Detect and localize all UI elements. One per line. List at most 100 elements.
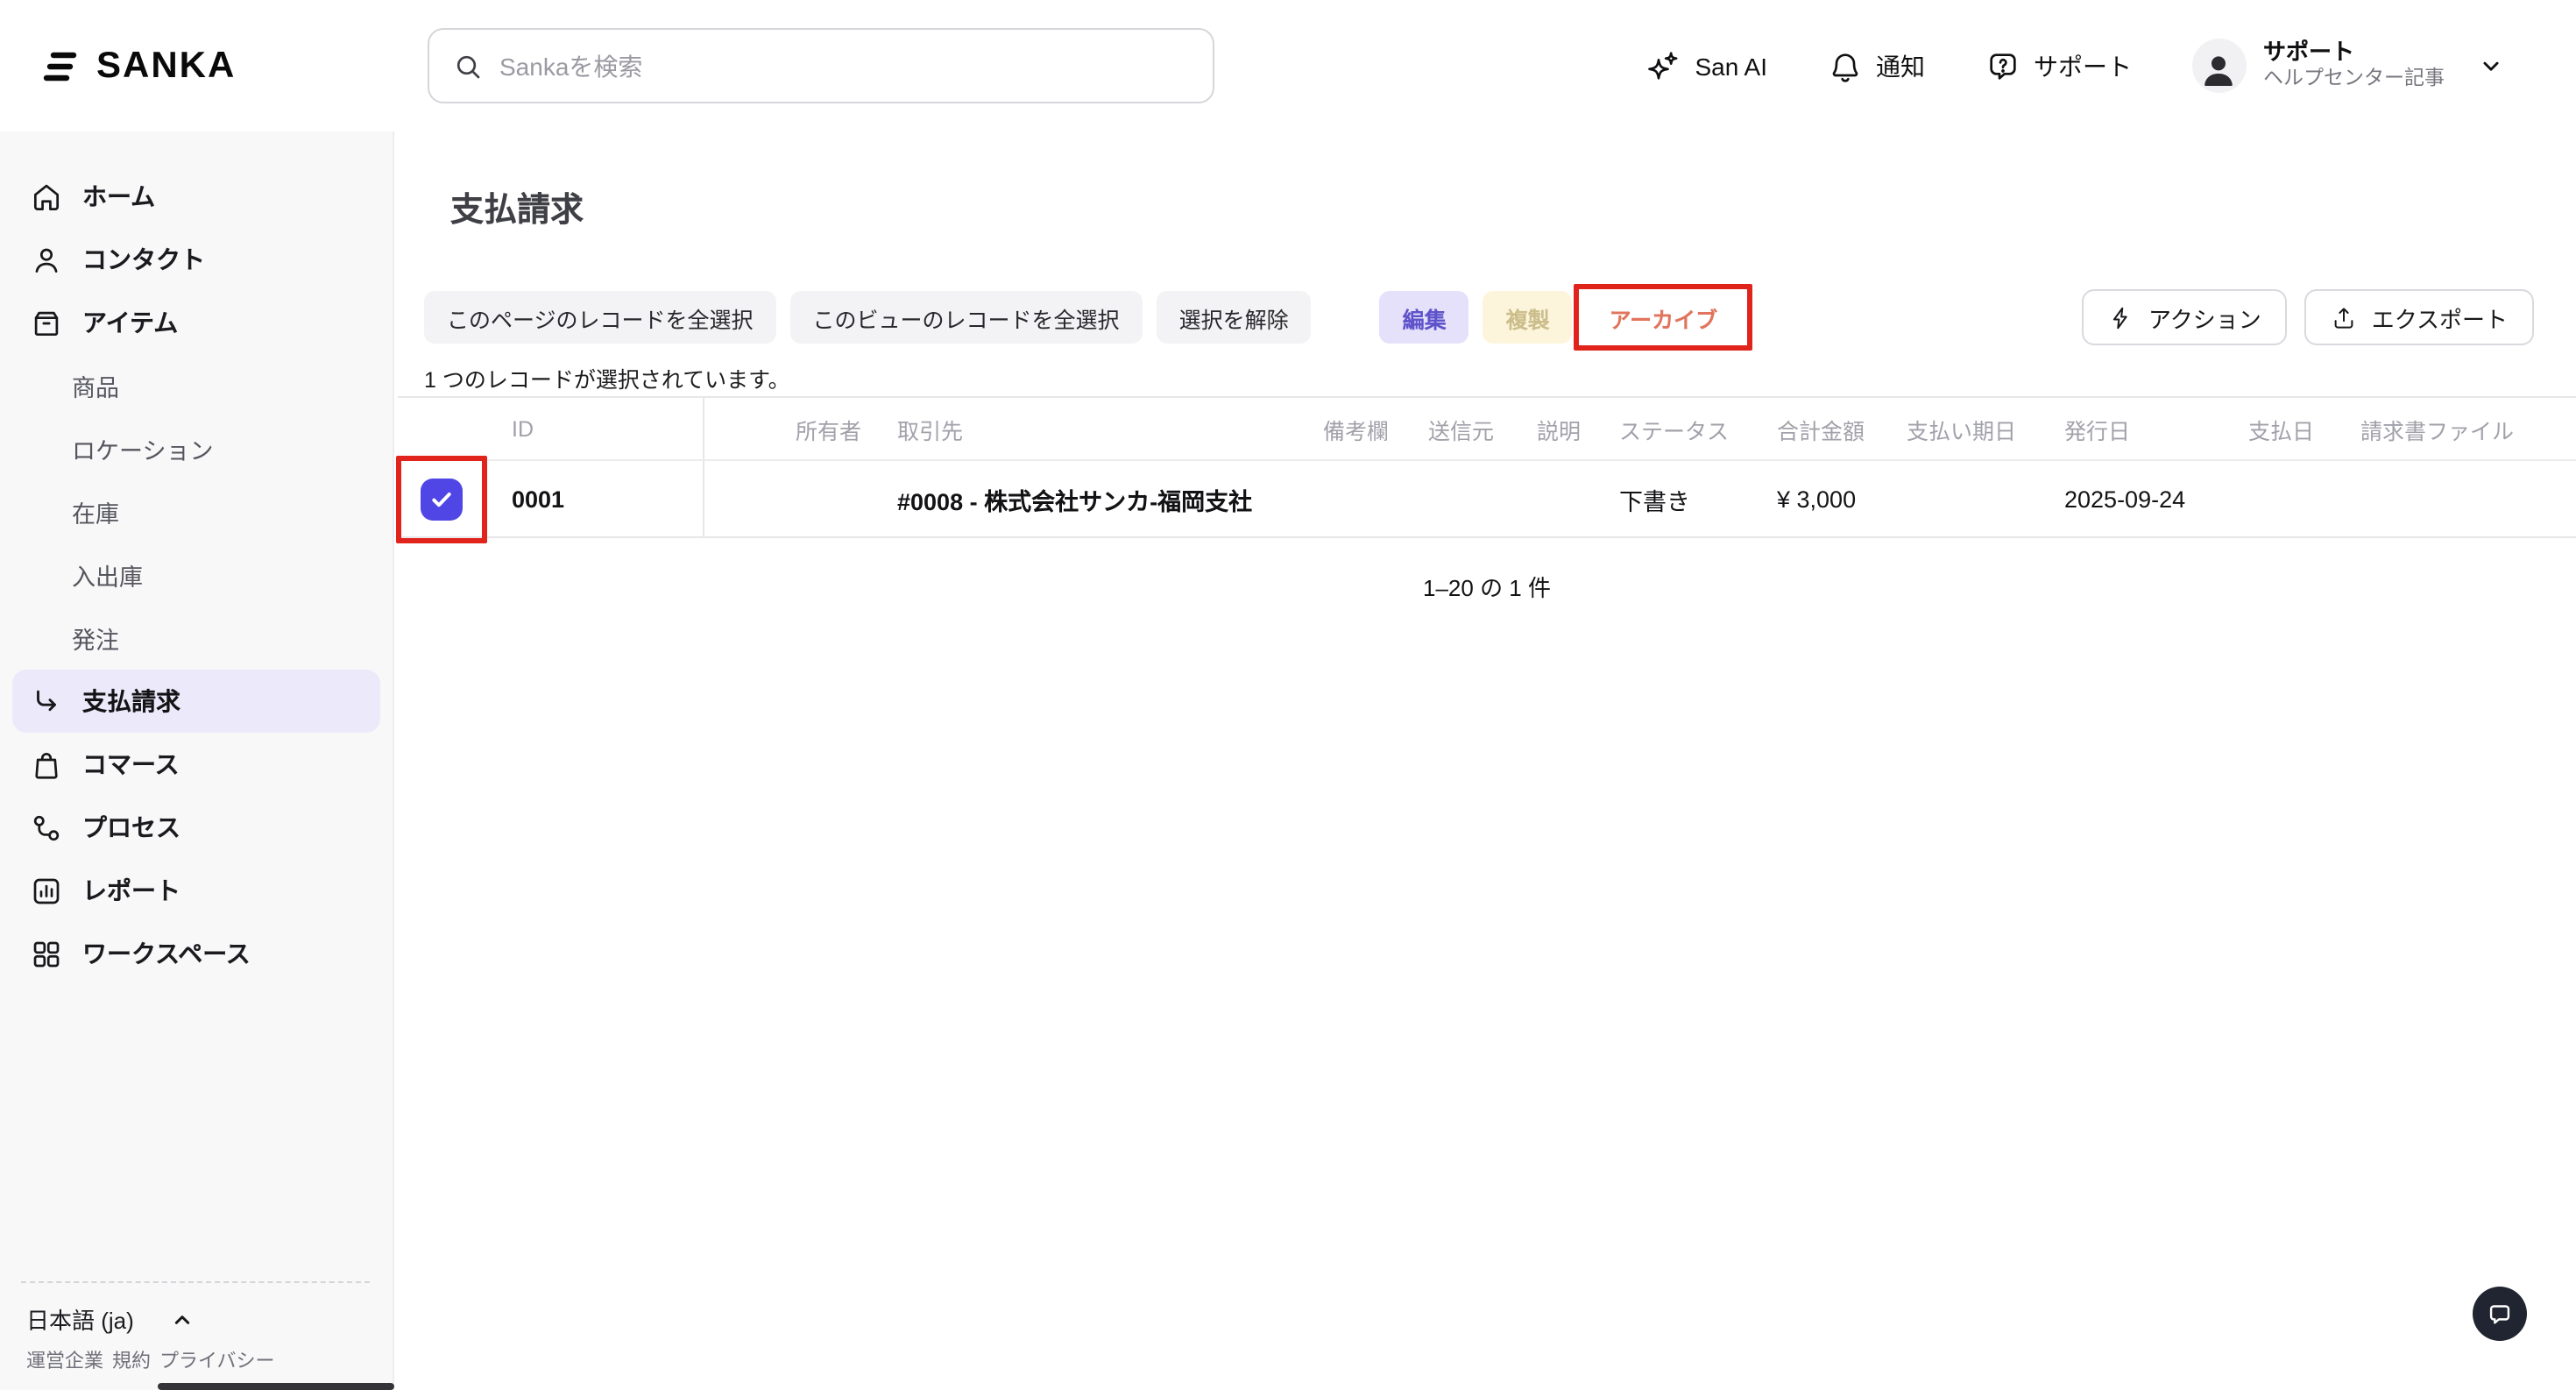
archive-button-wrap: アーカイブ xyxy=(1587,291,1741,344)
search-icon xyxy=(452,50,484,82)
sidebar-item-commerce[interactable]: コマース xyxy=(12,733,380,796)
language-label: 日本語 (ja) xyxy=(26,1302,134,1336)
sidebar-item-stock-movements[interactable]: 入出庫 xyxy=(12,543,380,606)
row-checkbox-checked[interactable] xyxy=(421,478,463,520)
footer-link-terms[interactable]: 規約 xyxy=(112,1346,151,1374)
chevron-up-icon xyxy=(169,1305,197,1333)
archive-button[interactable]: アーカイブ xyxy=(1587,291,1741,344)
notifications-label: 通知 xyxy=(1876,48,1925,83)
sidebar-item-label: ワークスペース xyxy=(82,936,251,971)
sparkles-icon xyxy=(1645,48,1681,83)
footer-link-company[interactable]: 運営企業 xyxy=(26,1346,103,1374)
select-all-page-button[interactable]: このページのレコードを全選択 xyxy=(424,291,776,344)
export-button[interactable]: エクスポート xyxy=(2305,289,2534,345)
sidebar-item-label: 在庫 xyxy=(72,494,119,529)
language-selector[interactable]: 日本語 (ja) xyxy=(26,1302,197,1336)
avatar xyxy=(2191,39,2246,93)
check-icon xyxy=(428,485,456,513)
actions-button[interactable]: アクション xyxy=(2082,289,2288,345)
chat-bubble-icon xyxy=(2485,1299,2515,1329)
user-name: サポート xyxy=(2263,39,2445,67)
sidebar-item-label: プロセス xyxy=(82,810,180,845)
header-actions: San AI 通知 サポート xyxy=(1645,0,2506,131)
support-label: サポート xyxy=(2034,48,2132,83)
column-header-sender[interactable]: 送信元 xyxy=(1428,412,1494,445)
sidebar-item-contacts[interactable]: コンタクト xyxy=(12,228,380,291)
support-button[interactable]: サポート xyxy=(1985,48,2132,83)
shopping-bag-icon xyxy=(30,748,63,781)
clear-selection-button[interactable]: 選択を解除 xyxy=(1157,291,1312,344)
sidebar-item-label: 発注 xyxy=(72,621,119,656)
column-header-client[interactable]: 取引先 xyxy=(897,412,963,445)
edit-button[interactable]: 編集 xyxy=(1380,291,1469,344)
sidebar-footer-links: 運営企業 規約 プライバシー xyxy=(26,1346,275,1374)
horizontal-scrollbar-thumb[interactable] xyxy=(158,1383,394,1390)
export-icon xyxy=(2332,304,2358,330)
sidebar-item-items[interactable]: アイテム xyxy=(12,291,380,354)
sidebar-item-workspace[interactable]: ワークスペース xyxy=(12,922,380,985)
cell-status: 下書き xyxy=(1619,481,1690,516)
search-input[interactable] xyxy=(499,52,1190,80)
select-all-view-button[interactable]: このビューのレコードを全選択 xyxy=(790,291,1143,344)
help-bubble-icon xyxy=(1985,48,2020,83)
report-chart-icon xyxy=(30,874,63,907)
sidebar-item-locations[interactable]: ロケーション xyxy=(12,417,380,480)
person-icon xyxy=(2197,48,2240,90)
sanka-logo-icon xyxy=(39,45,81,87)
cell-total: ¥ 3,000 xyxy=(1777,486,1856,512)
duplicate-button[interactable]: 複製 xyxy=(1483,291,1573,344)
home-icon xyxy=(30,180,63,213)
app-root: SANKA San AI 通知 xyxy=(0,0,2576,1390)
cell-client: #0008 - 株式会社サンカ-福岡支社 xyxy=(897,481,1252,516)
column-header-description[interactable]: 説明 xyxy=(1537,412,1581,445)
records-table: ID 所有者 取引先 備考欄 送信元 説明 ステータス 合計金額 支払い期日 発… xyxy=(398,396,2576,538)
column-header-status[interactable]: ステータス xyxy=(1619,412,1729,445)
table-header-row: ID 所有者 取引先 備考欄 送信元 説明 ステータス 合計金額 支払い期日 発… xyxy=(398,396,2576,461)
column-header-payment-date[interactable]: 支払日 xyxy=(2248,412,2314,445)
sidebar-item-label: コンタクト xyxy=(82,242,205,277)
column-header-id[interactable]: ID xyxy=(512,416,534,441)
sidebar-item-label: ホーム xyxy=(82,179,155,214)
chevron-down-icon xyxy=(2476,51,2506,81)
sidebar-item-label: 入出庫 xyxy=(72,557,143,592)
column-header-total[interactable]: 合計金額 xyxy=(1777,412,1865,445)
column-header-invoice-file[interactable]: 請求書ファイル xyxy=(2360,412,2514,445)
sidebar-item-label: 商品 xyxy=(72,368,119,403)
column-header-notes[interactable]: 備考欄 xyxy=(1323,412,1389,445)
sidebar-item-label: レポート xyxy=(82,873,180,908)
main-content: 支払請求 このページのレコードを全選択 このビューのレコードを全選択 選択を解除… xyxy=(394,131,2576,1390)
sidebar-item-process[interactable]: プロセス xyxy=(12,796,380,859)
table-row[interactable]: 0001 #0008 - 株式会社サンカ-福岡支社 下書き ¥ 3,000 20… xyxy=(398,461,2576,538)
sidebar-item-products[interactable]: 商品 xyxy=(12,354,380,417)
contact-icon xyxy=(30,243,63,276)
notifications-button[interactable]: 通知 xyxy=(1827,48,1925,83)
sidebar-item-label: 支払請求 xyxy=(82,684,180,719)
top-header: SANKA San AI 通知 xyxy=(0,0,2576,131)
user-text: サポート ヘルプセンター記事 xyxy=(2263,39,2445,92)
sidebar-nav: ホーム コンタクト アイテム 商品 ロケーション 在庫 xyxy=(0,131,393,985)
page-title: 支払請求 xyxy=(450,184,584,231)
cell-id: 0001 xyxy=(512,486,564,512)
selection-status: 1 つのレコードが選択されています。 xyxy=(424,361,790,394)
san-ai-button[interactable]: San AI xyxy=(1645,48,1767,83)
logo-text: SANKA xyxy=(96,45,236,87)
sanka-logo[interactable]: SANKA xyxy=(39,0,236,131)
sidebar-item-inventory[interactable]: 在庫 xyxy=(12,480,380,543)
sidebar-item-home[interactable]: ホーム xyxy=(12,165,380,228)
column-header-due-date[interactable]: 支払い期日 xyxy=(1907,412,2016,445)
search-bar[interactable] xyxy=(428,28,1214,103)
sidebar-item-reports[interactable]: レポート xyxy=(12,859,380,922)
user-menu[interactable]: サポート ヘルプセンター記事 xyxy=(2191,39,2506,93)
sidebar: ホーム コンタクト アイテム 商品 ロケーション 在庫 xyxy=(0,131,394,1390)
column-header-issue-date[interactable]: 発行日 xyxy=(2064,412,2130,445)
sidebar-item-purchase-orders[interactable]: 発注 xyxy=(12,606,380,670)
column-header-owner[interactable]: 所有者 xyxy=(796,412,861,445)
bell-icon xyxy=(1827,48,1862,83)
user-subtitle: ヘルプセンター記事 xyxy=(2263,67,2445,93)
sidebar-item-billing-selected[interactable]: 支払請求 xyxy=(12,670,380,733)
sidebar-divider xyxy=(21,1281,370,1283)
footer-link-privacy[interactable]: プライバシー xyxy=(159,1346,275,1374)
chat-widget-button[interactable] xyxy=(2473,1287,2527,1341)
lightning-icon xyxy=(2108,304,2134,330)
process-flow-icon xyxy=(30,811,63,844)
